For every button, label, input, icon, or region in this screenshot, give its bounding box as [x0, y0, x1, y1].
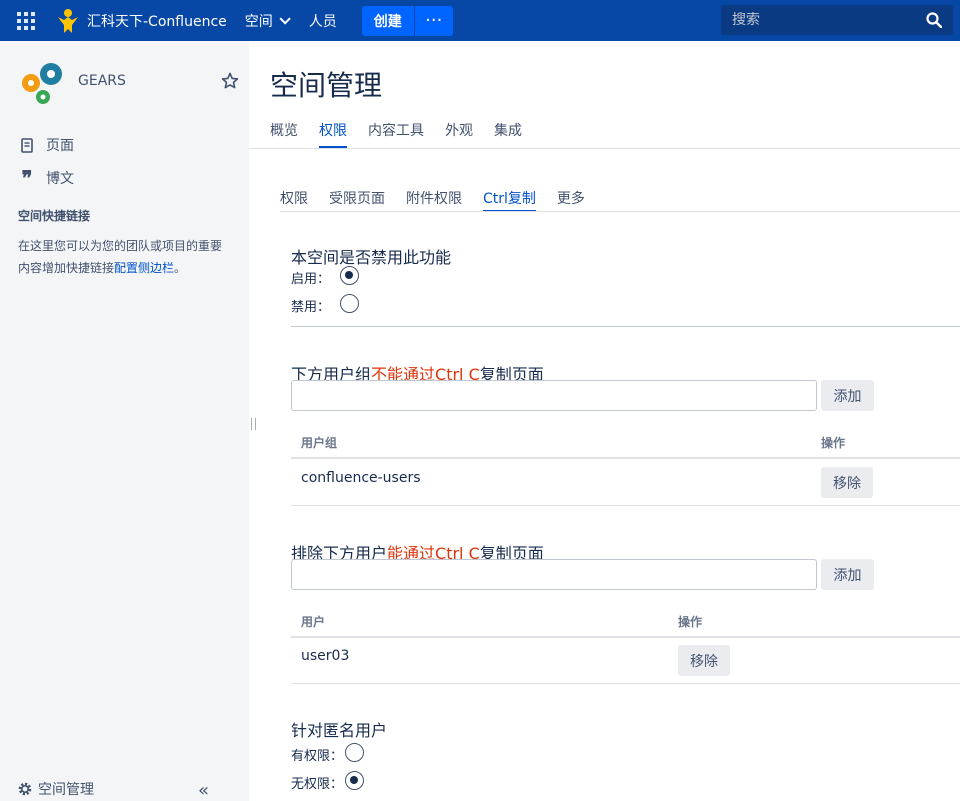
collapse-sidebar-icon[interactable]: « [198, 780, 209, 801]
remove-group-button[interactable]: 移除 [821, 467, 873, 498]
sidebar-item-pages[interactable]: 页面 [18, 135, 74, 155]
anonymous-allow-label: 有权限： [291, 749, 344, 764]
sidebar-item-label: 博文 [46, 171, 74, 187]
shortcuts-title: 空间快捷链接 [18, 209, 91, 223]
enable-radio[interactable] [340, 266, 360, 285]
subtab-attachment-permissions[interactable]: 附件权限 [406, 188, 462, 212]
subtab-restricted-pages[interactable]: 受限页面 [329, 188, 385, 212]
anonymous-allow-option: 有权限： [291, 743, 365, 764]
shortcuts-desc-end: 。 [174, 261, 187, 275]
spaces-label: 空间 [244, 13, 273, 30]
anonymous-deny-label: 无权限： [291, 777, 344, 792]
anonymous-deny-option: 无权限： [291, 771, 365, 792]
disable-option: 禁用： [291, 294, 360, 315]
search-input[interactable] [721, 12, 911, 28]
app-switcher-icon[interactable] [17, 11, 35, 30]
sidebar-item-label: 页面 [46, 138, 74, 154]
enable-option: 启用： [291, 266, 360, 287]
tab-content-tools[interactable]: 内容工具 [368, 120, 424, 148]
page-title: 空间管理 [270, 69, 383, 102]
group-name-cell: confluence-users [301, 470, 421, 486]
tabs-divider [249, 148, 960, 149]
sidebar-item-blog[interactable]: ❞ 博文 [18, 168, 74, 188]
disable-feature-title: 本空间是否禁用此功能 [291, 248, 452, 267]
space-logo-gears-icon[interactable] [17, 57, 69, 109]
people-label: 人员 [308, 13, 337, 30]
table-row-line [291, 683, 960, 684]
gear-icon [18, 782, 32, 796]
people-link[interactable]: 人员 [309, 11, 337, 31]
search-box [721, 5, 953, 35]
tab-look-and-feel[interactable]: 外观 [445, 120, 473, 148]
tab-overview[interactable]: 概览 [270, 120, 298, 148]
create-more-button[interactable]: ··· [414, 5, 453, 36]
user-input[interactable] [291, 559, 817, 590]
space-tools-label: 空间管理 [38, 782, 94, 798]
top-navigation: 汇科天下-Confluence 空间 人员 创建 ··· [0, 0, 960, 41]
table-row-line [291, 505, 960, 506]
user-column-header: 用户 [301, 615, 326, 629]
space-name[interactable]: GEARS [78, 73, 126, 89]
confluence-logo-icon[interactable] [57, 8, 79, 34]
sidebar-resize-handle[interactable] [251, 418, 256, 430]
enable-label: 启用： [291, 272, 331, 287]
subtab-more[interactable]: 更多 [557, 188, 585, 212]
search-icon[interactable] [926, 12, 942, 28]
primary-tabs: 概览 权限 内容工具 外观 集成 [270, 120, 543, 148]
configure-sidebar-link[interactable]: 配置侧边栏 [114, 261, 174, 275]
spaces-menu[interactable]: 空间 [244, 11, 291, 31]
table-header-line [291, 636, 960, 638]
anonymous-users-title: 针对匿名用户 [291, 721, 388, 740]
remove-user-button[interactable]: 移除 [678, 645, 730, 676]
quote-icon: ❞ [21, 166, 33, 190]
disable-radio[interactable] [340, 294, 360, 313]
subtabs-divider [280, 211, 960, 212]
subtab-permissions[interactable]: 权限 [280, 188, 308, 212]
anonymous-allow-radio[interactable] [345, 743, 365, 762]
add-group-button[interactable]: 添加 [821, 380, 874, 411]
add-user-button[interactable]: 添加 [821, 559, 874, 590]
chevron-down-icon [279, 12, 291, 25]
user-name-cell: user03 [301, 648, 350, 664]
shortcuts-description: 在这里您可以为您的团队或项目的重要内容增加快捷链接配置侧边栏。 [18, 235, 228, 279]
space-tools-button[interactable]: 空间管理 [17, 779, 94, 799]
section-divider [291, 326, 960, 327]
site-title[interactable]: 汇科天下-Confluence [87, 11, 227, 31]
group-input[interactable] [291, 380, 817, 411]
action-column-header: 操作 [821, 436, 846, 450]
anonymous-deny-radio[interactable] [345, 771, 365, 790]
create-button[interactable]: 创建 [361, 5, 414, 36]
action-column-header: 操作 [678, 615, 703, 629]
disable-label: 禁用： [291, 300, 331, 315]
sidebar: GEARS 页面 ❞ 博文 空间快捷链接 在这里您可以为您的团队或项目的重要内容… [0, 41, 249, 801]
page-icon [18, 137, 36, 153]
tab-integrations[interactable]: 集成 [494, 120, 522, 148]
table-header-line [291, 457, 960, 459]
tab-permissions[interactable]: 权限 [319, 120, 347, 148]
secondary-tabs: 权限 受限页面 附件权限 Ctrl复制 更多 [280, 188, 606, 212]
star-icon[interactable] [221, 72, 239, 90]
group-column-header: 用户组 [301, 436, 338, 450]
subtab-ctrl-copy[interactable]: Ctrl复制 [483, 188, 536, 212]
